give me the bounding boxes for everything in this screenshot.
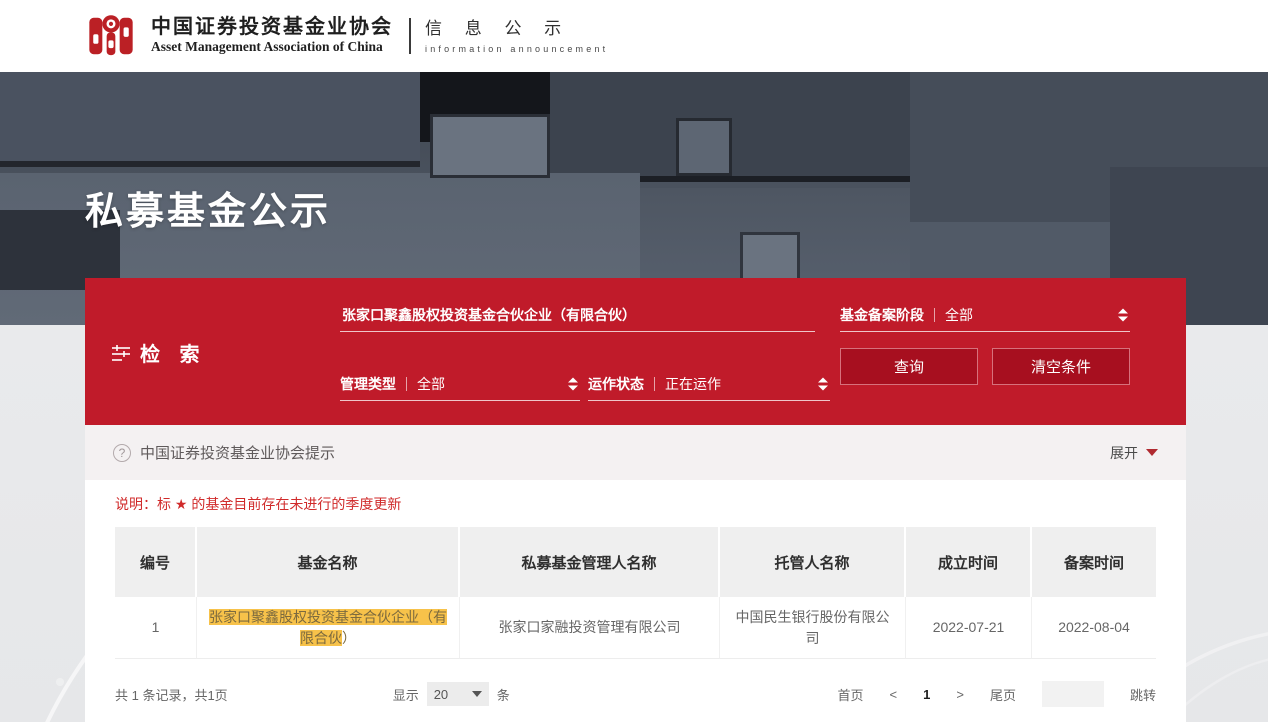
page-nav: 首页 < 1 > 尾页 跳转 [838,681,1156,707]
status-filter-label: 运作状态 [588,374,644,394]
chevron-updown-icon [1118,308,1128,321]
cell-established: 2022-07-21 [906,597,1032,659]
page-title: 私募基金公示 [85,180,331,235]
current-page[interactable]: 1 [923,687,930,702]
fund-name-link[interactable]: 张家口聚鑫股权投资基金合伙企业（有限合伙） [209,609,447,646]
cabinet-shape [676,118,732,176]
record-summary: 共 1 条记录，共1页 [115,685,228,704]
expand-label: 展开 [1110,443,1138,463]
cell-manager: 张家口家融投资管理有限公司 [460,597,720,659]
type-filter-select[interactable]: 管理类型 全部 [340,368,580,401]
amac-logo[interactable] [85,11,137,61]
org-name-cn: 中国证券投资基金业协会 [151,16,393,39]
filter-icon [112,345,130,361]
fund-name-rest: ） [342,630,356,646]
page-size-value: 20 [434,687,448,702]
page-size-select[interactable]: 20 [427,682,489,706]
stage-filter-select[interactable]: 基金备案阶段 全部 [840,298,1130,332]
cabinet-shape [0,72,420,167]
type-filter-value: 全部 [417,374,445,394]
search-panel: 检 索 基金备案阶段 全部 管理类型 全部 运作状态 正在运作 [85,278,1186,425]
fund-table: 编号 基金名称 私募基金管理人名称 托管人名称 成立时间 备案时间 1 张家口聚… [115,527,1156,659]
cabinet-shape [740,232,800,282]
prev-page-button[interactable]: < [890,687,898,702]
jump-button[interactable]: 跳转 [1130,685,1156,704]
header-fund-name: 基金名称 [197,527,460,597]
pagination-bar: 共 1 条记录，共1页 显示 20 条 首页 < 1 > 尾页 跳转 [115,680,1156,708]
cell-custodian: 中国民生银行股份有限公司 [720,597,906,659]
page-size-group: 显示 20 条 [393,682,510,706]
caret-down-icon [1146,449,1158,456]
org-name-en: Asset Management Association of China [151,39,393,55]
section-title-block: 信 息 公 示 information announcement [425,18,608,53]
jump-page-input[interactable] [1042,681,1104,707]
fund-name-highlight: 张家口聚鑫股权投资基金合伙企业（有限合伙 [209,609,447,646]
caret-down-icon [472,691,482,697]
header-manager: 私募基金管理人名称 [460,527,720,597]
last-page-button[interactable]: 尾页 [990,685,1016,704]
field-divider [406,377,407,391]
note-text: 说明：标 ★ 的基金目前存在未进行的季度更新 [115,494,1156,514]
expand-toggle[interactable]: 展开 [1110,443,1158,463]
cell-fund-name: 张家口聚鑫股权投资基金合伙企业（有限合伙） [197,597,460,659]
cell-filed: 2022-08-04 [1032,597,1156,659]
results-section: 说明：标 ★ 的基金目前存在未进行的季度更新 编号 基金名称 私募基金管理人名称… [85,480,1186,722]
tips-bar: ? 中国证券投资基金业协会提示 展开 [85,425,1186,480]
section-name-cn: 信 息 公 示 [425,18,608,40]
table-header-row: 编号 基金名称 私募基金管理人名称 托管人名称 成立时间 备案时间 [115,527,1156,597]
chevron-updown-icon [818,378,828,391]
unit-label: 条 [497,685,510,704]
first-page-button[interactable]: 首页 [838,685,864,704]
site-header: 中国证券投资基金业协会 Asset Management Association… [0,0,1268,72]
status-filter-value: 正在运作 [665,374,721,394]
cabinet-shape [430,114,550,178]
search-panel-label: 检 索 [112,338,207,367]
field-divider [654,377,655,391]
page: 私募基金公示 中国证券投资基金业协会 Asset Management Asso… [0,0,1268,722]
display-label: 显示 [393,685,419,704]
tips-text: 中国证券投资基金业协会提示 [140,442,335,463]
cell-no: 1 [115,597,197,659]
header-divider [409,18,411,54]
field-divider [934,308,935,322]
stage-filter-value: 全部 [945,305,973,325]
type-filter-label: 管理类型 [340,374,396,394]
next-page-button[interactable]: > [956,687,964,702]
header-custodian: 托管人名称 [720,527,906,597]
header-established: 成立时间 [906,527,1032,597]
question-icon: ? [113,444,131,462]
header-filed: 备案时间 [1032,527,1156,597]
chevron-updown-icon [568,378,578,391]
section-name-en: information announcement [425,44,608,54]
table-row: 1 张家口聚鑫股权投资基金合伙企业（有限合伙） 张家口家融投资管理有限公司 中国… [115,597,1156,659]
search-label-text: 检 索 [140,338,207,367]
header-no: 编号 [115,527,197,597]
content-column: 检 索 基金备案阶段 全部 管理类型 全部 运作状态 正在运作 [85,278,1186,722]
clear-button[interactable]: 清空条件 [992,348,1130,385]
org-title-block: 中国证券投资基金业协会 Asset Management Association… [151,16,393,55]
stage-filter-label: 基金备案阶段 [840,305,924,325]
status-filter-select[interactable]: 运作状态 正在运作 [588,368,830,401]
fund-name-input[interactable] [340,298,815,332]
query-button[interactable]: 查询 [840,348,978,385]
